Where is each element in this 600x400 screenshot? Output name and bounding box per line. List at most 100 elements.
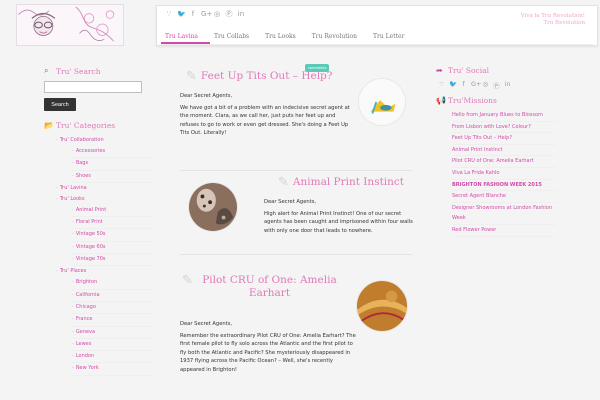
header-social-icons: ∵ 🐦 f G+ ◎ Ⓟ in [165, 11, 245, 18]
post-card: ✎ Pilot CRU of One: Amelia Earhart Dear … [170, 268, 422, 400]
comments-badge[interactable]: comments [305, 64, 330, 72]
nav-tru-looks[interactable]: Tru Looks [261, 33, 308, 44]
mission-link[interactable]: Animal Print Instinct [452, 145, 556, 157]
post-title[interactable]: ✎ Pilot CRU of One: Amelia Earhart [182, 274, 342, 300]
mission-link[interactable]: Designer Showrooms at London Fashion Wee… [452, 203, 556, 225]
linkedin-icon[interactable]: in [504, 80, 511, 90]
header-navbar: ∵ 🐦 f G+ ◎ Ⓟ in Viva la Tru Revolution! … [156, 5, 598, 46]
subcategory-item[interactable]: - Brighton [72, 277, 154, 290]
subcategory-item[interactable]: - Vintage 60s [72, 242, 154, 255]
folder-open-icon: 📂 [44, 121, 54, 130]
subcategory-group: - Brighton - California - Chicago - France -… [56, 277, 154, 376]
search-title-text: Tru' Search [56, 66, 101, 76]
animal-print-image [189, 183, 237, 231]
mission-link[interactable]: Hello from January Blues to Blossom [452, 110, 556, 122]
missions-title-text: Tru'Missions [448, 96, 497, 105]
subcategory-item[interactable]: - France [72, 314, 154, 327]
google-plus-icon[interactable]: G+ [201, 11, 212, 18]
subcategory-item[interactable]: - Vintage 50s [72, 229, 154, 242]
subcategory-item[interactable]: - Lewes [72, 339, 154, 352]
subcategory-item[interactable]: - Shoes [72, 171, 154, 183]
category-item[interactable]: - Tru' Places [56, 266, 154, 277]
instagram-icon[interactable]: ◎ [482, 80, 489, 90]
subcategory-item[interactable]: - Vintage 70s [72, 254, 154, 267]
category-item[interactable]: - Tru' Looks [56, 194, 154, 205]
main-nav: Tru Lavina Tru Collabs Tru Looks Tru Rev… [161, 33, 416, 44]
pinterest-icon[interactable]: Ⓟ [493, 80, 500, 90]
shoe-image [359, 79, 405, 125]
subcategory-group: - Animal Print - Floral Print - Vintage 50s… [56, 205, 154, 267]
missions-list: Hello from January Blues to Blossom From… [452, 110, 556, 237]
rss-icon[interactable]: ∵ [165, 11, 173, 18]
nav-divider [161, 44, 593, 45]
categories-widget-title: 📂 Tru' Categories [44, 121, 154, 130]
share-icon: ➦ [436, 66, 443, 75]
post-separator [180, 170, 412, 171]
post-excerpt: Remember the extraordinary Pilot CRU of … [180, 333, 356, 373]
pencil-icon: ✎ [186, 69, 197, 84]
rss-icon[interactable]: ∵ [438, 80, 445, 90]
subcategory-item[interactable]: - Floral Print [72, 217, 154, 230]
post-thumbnail[interactable] [188, 182, 238, 232]
subcategory-item[interactable]: - New York [72, 363, 154, 376]
motto-line-2: Tru Revolution [543, 19, 585, 26]
search-input[interactable] [44, 81, 142, 93]
post-card: ✎ Feet Up Tits Out – Help? comments Dear… [170, 62, 422, 186]
left-sidebar: ⌕ Tru' Search Search 📂 Tru' Categories -… [44, 66, 154, 376]
right-sidebar: ➦ Tru' Social ∵ 🐦 f G+ ◎ Ⓟ in 📢 Tru'Miss… [436, 66, 556, 237]
facebook-icon[interactable]: f [460, 80, 467, 90]
nav-tru-revolution[interactable]: Tru Revolution [308, 33, 369, 44]
twitter-icon[interactable]: 🐦 [177, 11, 186, 18]
subcategory-item[interactable]: - Geneva [72, 327, 154, 339]
pencil-icon: ✎ [182, 273, 193, 288]
post-thumbnail[interactable] [358, 78, 406, 126]
search-icon: ⌕ [44, 66, 49, 75]
header-motto: Viva la Tru Revolution! Tru Revolution [521, 13, 585, 26]
social-icon-row: ∵ 🐦 f G+ ◎ Ⓟ in [438, 80, 556, 90]
search-widget-title: ⌕ Tru' Search [44, 66, 154, 76]
categories-widget: 📂 Tru' Categories - Tru' Collaboration -A… [44, 121, 154, 376]
facebook-icon[interactable]: f [189, 11, 197, 18]
nav-tru-collabs[interactable]: Tru Collabs [210, 33, 261, 44]
mission-link[interactable]: BRIGHTON FASHION WEEK 2015 [452, 180, 556, 192]
social-widget: ➦ Tru' Social ∵ 🐦 f G+ ◎ Ⓟ in [436, 66, 556, 90]
post-greeting: Dear Secret Agents, [264, 199, 317, 205]
social-widget-title: ➦ Tru' Social [436, 66, 556, 75]
post-title[interactable]: ✎ Animal Print Instinct [278, 176, 404, 189]
mission-link[interactable]: Pilot CRU of One: Amelia Earhart [452, 156, 556, 168]
mission-link[interactable]: Feet Up Tits Out – Help? [452, 133, 556, 145]
linkedin-icon[interactable]: in [237, 11, 245, 18]
categories-title-text: Tru' Categories [56, 121, 116, 130]
subcategory-item[interactable]: - London [72, 351, 154, 364]
subcategory-item[interactable]: - Animal Print [72, 205, 154, 218]
nav-tru-lavina[interactable]: Tru Lavina [161, 33, 210, 44]
post-excerpt: We have got a bit of a problem with an i… [180, 105, 350, 137]
megaphone-icon: 📢 [436, 96, 446, 105]
nav-tru-letter[interactable]: Tru Letter [369, 33, 416, 44]
site-logo[interactable] [16, 4, 124, 46]
mission-link[interactable]: Secret Agent Blanche [452, 191, 556, 203]
post-thumbnail[interactable] [356, 280, 408, 332]
search-button[interactable]: Search [44, 98, 76, 111]
google-plus-icon[interactable]: G+ [471, 80, 481, 90]
missions-widget-title: 📢 Tru'Missions [436, 96, 556, 105]
pinterest-icon[interactable]: Ⓟ [225, 11, 233, 18]
mission-link[interactable]: From Lisbon with Love? Colour? [452, 122, 556, 134]
pencil-icon: ✎ [278, 175, 289, 190]
logo-illustration [18, 5, 122, 45]
mission-link[interactable]: Viva La Frida Kahlo [452, 168, 556, 180]
instagram-icon[interactable]: ◎ [213, 11, 221, 18]
subcategory-item[interactable]: - Bags [72, 158, 154, 171]
twitter-icon[interactable]: 🐦 [449, 80, 457, 90]
subcategory-item[interactable]: - California [72, 290, 154, 302]
subcategory-item[interactable]: - Chicago [72, 302, 154, 315]
subcategory-item[interactable]: - Accessories [72, 146, 154, 159]
missions-widget: 📢 Tru'Missions Hello from January Blues … [436, 96, 556, 237]
mission-link[interactable]: Red Flower Power [452, 225, 556, 237]
social-title-text: Tru' Social [448, 66, 489, 75]
post-greeting: Dear Secret Agents, [180, 321, 233, 327]
category-item[interactable]: - Tru' Collaboration [56, 135, 154, 146]
post-separator [180, 254, 412, 255]
category-item[interactable]: - Tru' Lavina [56, 183, 154, 194]
subcategory-group: - Accessories - Bags - Shoes [56, 146, 154, 183]
